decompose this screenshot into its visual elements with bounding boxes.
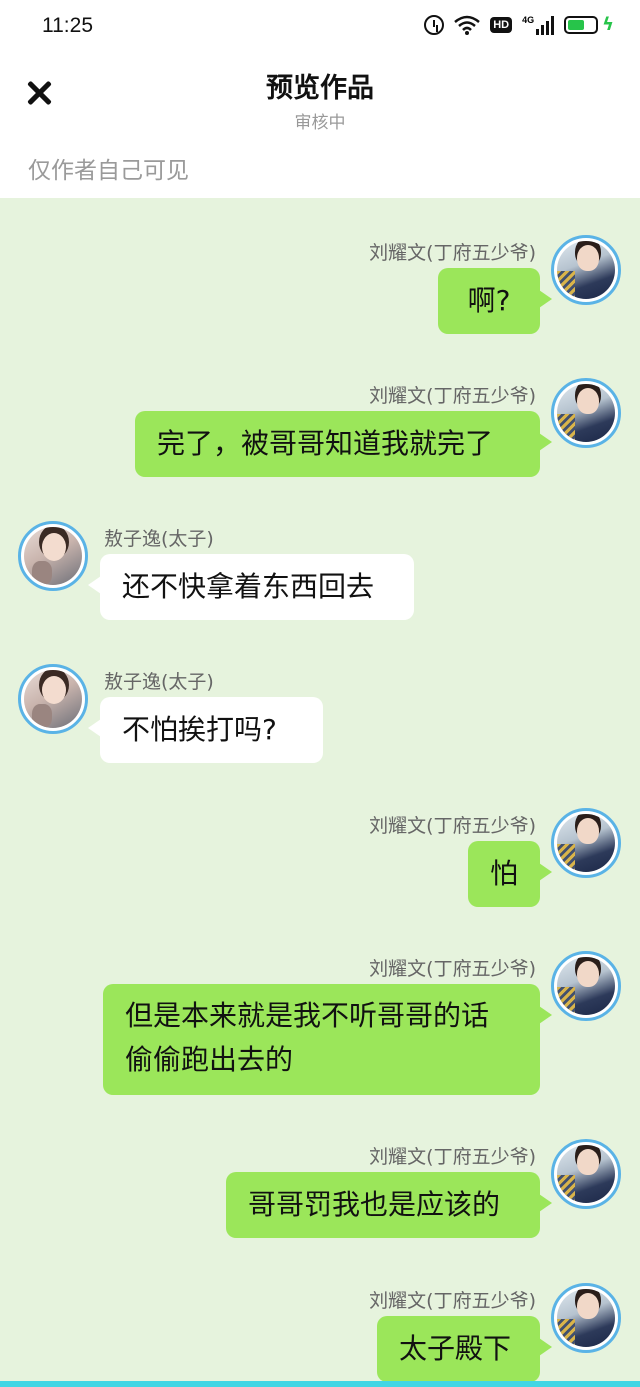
message-bubble[interactable]: 不怕挨打吗? bbox=[88, 697, 323, 763]
bottom-accent-bar bbox=[0, 1381, 640, 1387]
message-text-line: 但是本来就是我不听哥哥的话 bbox=[125, 999, 490, 1032]
sender-name: 刘耀文(丁府五少爷) bbox=[369, 815, 536, 837]
message-bubble[interactable]: 哥哥罚我也是应该的 bbox=[226, 1172, 552, 1238]
status-time: 11:25 bbox=[42, 14, 93, 37]
review-status: 审核中 bbox=[294, 113, 346, 133]
alarm-icon bbox=[424, 14, 445, 35]
visibility-note: 仅作者自己可见 bbox=[28, 158, 189, 184]
avatar[interactable] bbox=[551, 378, 621, 448]
message-bubble[interactable]: 啊? bbox=[438, 268, 552, 334]
sender-name: 刘耀文(丁府五少爷) bbox=[369, 385, 536, 407]
message-text: 哥哥罚我也是应该的 bbox=[248, 1188, 501, 1221]
message-bubble[interactable]: 太子殿下 bbox=[377, 1316, 552, 1382]
network-label: 4G bbox=[522, 14, 535, 25]
avatar[interactable] bbox=[551, 951, 621, 1021]
avatar[interactable] bbox=[551, 1139, 621, 1209]
wifi-icon bbox=[454, 15, 481, 35]
message-text: 还不快拿着东西回去 bbox=[122, 570, 375, 603]
message-text: 太子殿下 bbox=[399, 1332, 512, 1365]
sender-name: 刘耀文(丁府五少爷) bbox=[369, 1146, 536, 1168]
message-text: 啊? bbox=[467, 284, 511, 317]
sender-name: 刘耀文(丁府五少爷) bbox=[369, 958, 536, 980]
battery-icon bbox=[564, 15, 599, 34]
sender-name: 刘耀文(丁府五少爷) bbox=[369, 1290, 536, 1312]
sender-name: 敖子逸(太子) bbox=[104, 671, 214, 693]
avatar[interactable] bbox=[551, 808, 621, 878]
message-text: 不怕挨打吗? bbox=[122, 713, 277, 746]
charging-icon: ϟ bbox=[602, 14, 614, 35]
status-bar: 11:25 HD 4G ϟ bbox=[0, 0, 640, 56]
status-icons: HD 4G ϟ bbox=[424, 14, 614, 35]
hd-icon: HD bbox=[490, 16, 513, 33]
message-text-line: 偷偷跑出去的 bbox=[125, 1043, 294, 1076]
message-bubble[interactable]: 完了，被哥哥知道我就完了 bbox=[135, 411, 552, 477]
avatar[interactable] bbox=[18, 664, 88, 734]
avatar[interactable] bbox=[551, 235, 621, 305]
message-bubble[interactable]: 但是本来就是我不听哥哥的话 偷偷跑出去的 bbox=[103, 984, 552, 1095]
sender-name: 刘耀文(丁府五少爷) bbox=[369, 242, 536, 264]
page-title: 预览作品 bbox=[266, 73, 374, 104]
signal-icon: 4G bbox=[522, 14, 555, 35]
message-bubble[interactable]: 怕 bbox=[468, 841, 552, 907]
top-bar: 11:25 HD 4G ϟ 预览作品 审核中 仅作者自己可见 bbox=[0, 0, 640, 198]
message-text: 完了，被哥哥知道我就完了 bbox=[157, 427, 494, 460]
avatar[interactable] bbox=[18, 521, 88, 591]
sender-name: 敖子逸(太子) bbox=[104, 528, 214, 550]
message-text: 怕 bbox=[489, 857, 518, 890]
message-bubble[interactable]: 还不快拿着东西回去 bbox=[88, 554, 414, 620]
avatar[interactable] bbox=[551, 1283, 621, 1353]
